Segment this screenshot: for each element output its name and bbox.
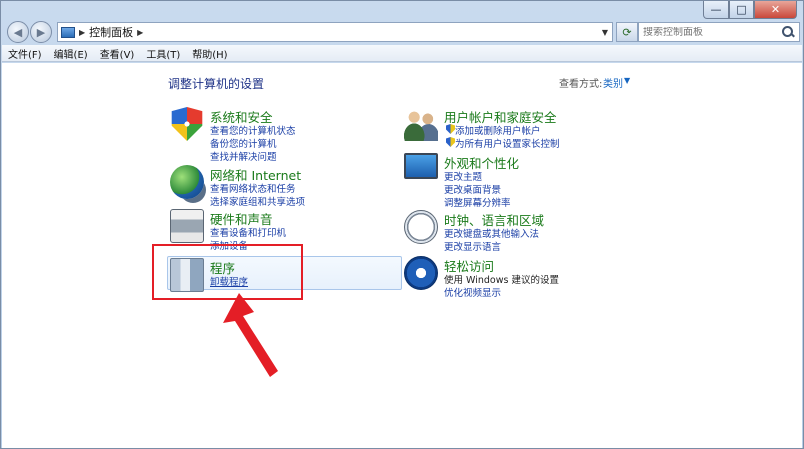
refresh-icon: ⟳ [622, 25, 632, 39]
address-dropdown-icon[interactable]: ▼ [598, 23, 612, 41]
refresh-button[interactable]: ⟳ [616, 22, 638, 42]
menu-file[interactable]: 文件(F) [2, 46, 48, 61]
annotation-arrow [223, 293, 278, 377]
maximize-button[interactable]: □ [729, 1, 754, 19]
breadcrumb-control-panel[interactable]: 控制面板 [89, 24, 133, 40]
caption-buttons: — □ ✕ [703, 1, 797, 19]
breadcrumb-separator-icon: ▶ [79, 27, 86, 37]
control-panel-window: — □ ✕ ◀ ▶ ▶ 控制面板 ▶ ▼ ⟳ 文件(F) 编辑(E) 查看(V)… [0, 0, 804, 449]
menu-bar: 文件(F) 编辑(E) 查看(V) 工具(T) 帮助(H) [2, 45, 802, 62]
arrow-left-icon: ◀ [13, 25, 23, 39]
search-icon[interactable] [781, 25, 795, 39]
forward-button[interactable]: ▶ [30, 21, 52, 43]
navigation-bar: ◀ ▶ ▶ 控制面板 ▶ ▼ ⟳ [5, 20, 801, 44]
menu-tools[interactable]: 工具(T) [140, 46, 186, 61]
search-input[interactable] [639, 26, 781, 38]
annotation-arrow-shape [223, 293, 278, 377]
arrow-right-icon: ▶ [36, 25, 46, 39]
minimize-button[interactable]: — [703, 1, 729, 19]
breadcrumb-separator-icon[interactable]: ▶ [137, 28, 143, 37]
control-panel-icon [61, 26, 75, 38]
back-button[interactable]: ◀ [7, 21, 29, 43]
address-bar[interactable]: ▶ 控制面板 ▶ ▼ [57, 22, 613, 42]
control-panel-content: 调整计算机的设置 查看方式: 类别 ▼ 系统和安全 查看您的计算机状态 备份您的… [2, 63, 802, 448]
search-box[interactable] [638, 22, 800, 42]
menu-help[interactable]: 帮助(H) [186, 46, 233, 61]
close-button[interactable]: ✕ [754, 1, 797, 19]
menu-edit[interactable]: 编辑(E) [48, 46, 94, 61]
menu-view[interactable]: 查看(V) [94, 46, 141, 61]
